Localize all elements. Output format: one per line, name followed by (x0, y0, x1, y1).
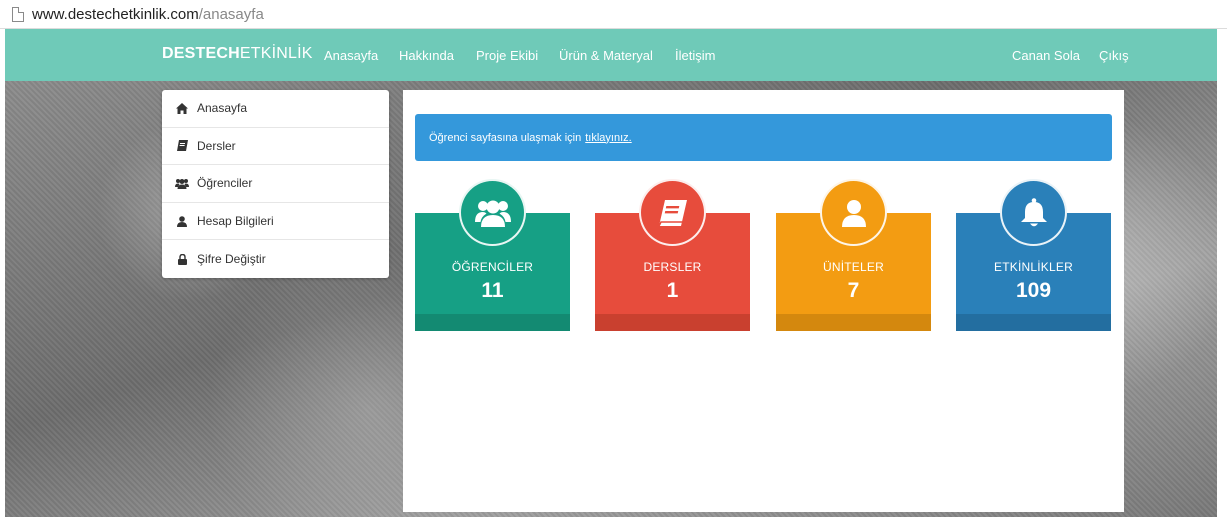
student-page-link[interactable]: tıklayınız. (585, 132, 631, 144)
card-footer (415, 314, 570, 331)
user-name-link[interactable]: Canan Sola (1012, 48, 1080, 63)
page-icon (12, 6, 24, 22)
sidebar-item-label: Şifre Değiştir (197, 252, 266, 267)
sidebar-item-sifre-degistir[interactable]: Şifre Değiştir (162, 240, 389, 278)
card-label: ÜNİTELER (823, 260, 884, 274)
sidebar-item-label: Öğrenciler (197, 176, 253, 191)
card-value: 11 (481, 279, 504, 302)
card-label: ETKİNLİKLER (994, 260, 1073, 274)
nav-link-iletisim[interactable]: İletişim (675, 48, 715, 63)
users-icon (175, 178, 189, 189)
sidebar-item-ogrenciler[interactable]: Öğrenciler (162, 165, 389, 203)
user-icon (820, 179, 887, 246)
sidebar-menu: Anasayfa Dersler Öğrenciler Hesap Bilgil… (162, 90, 389, 278)
url-text[interactable]: www.destechetkinlik.com/anasayfa (32, 6, 264, 23)
sidebar-item-label: Hesap Bilgileri (197, 214, 274, 229)
book-icon (175, 140, 189, 152)
card-value: 7 (847, 279, 860, 302)
browser-address-bar[interactable]: www.destechetkinlik.com/anasayfa (0, 0, 1227, 29)
info-alert: Öğrenci sayfasına ulaşmak için tıklayını… (415, 114, 1112, 161)
card-footer (776, 314, 931, 331)
sidebar-item-label: Dersler (197, 138, 236, 153)
stat-card-dersler[interactable]: DERSLER 1 (595, 179, 750, 331)
users-icon (459, 179, 526, 246)
stat-card-ogrenciler[interactable]: ÖĞRENCİLER 11 (415, 179, 570, 331)
nav-link-hakkinda[interactable]: Hakkında (399, 48, 454, 63)
card-footer (956, 314, 1111, 331)
sidebar-item-anasayfa[interactable]: Anasayfa (162, 90, 389, 128)
stat-card-uniteler[interactable]: ÜNİTELER 7 (776, 179, 931, 331)
user-icon (175, 215, 189, 227)
sidebar-item-label: Anasayfa (197, 101, 248, 116)
brand-logo[interactable]: DESTECHETKİNLİK (162, 45, 313, 63)
bell-icon (1000, 179, 1067, 246)
home-icon (175, 102, 189, 114)
stat-card-etkinlikler[interactable]: ETKİNLİKLER 109 (956, 179, 1111, 331)
nav-link-anasayfa[interactable]: Anasayfa (324, 48, 378, 63)
card-label: DERSLER (643, 260, 702, 274)
logout-link[interactable]: Çıkış (1099, 48, 1129, 63)
card-value: 1 (666, 279, 679, 302)
nav-link-urun-materyal[interactable]: Ürün & Materyal (559, 48, 653, 63)
top-navbar: DESTECHETKİNLİK Anasayfa Hakkında Proje … (5, 29, 1217, 81)
card-label: ÖĞRENCİLER (451, 260, 534, 274)
sidebar-item-hesap-bilgileri[interactable]: Hesap Bilgileri (162, 203, 389, 241)
card-footer (595, 314, 750, 331)
card-value: 109 (1015, 279, 1052, 302)
book-icon (639, 179, 706, 246)
alert-text: Öğrenci sayfasına ulaşmak için (429, 131, 582, 144)
sidebar-item-dersler[interactable]: Dersler (162, 128, 389, 166)
nav-link-proje-ekibi[interactable]: Proje Ekibi (476, 48, 538, 63)
lock-icon (175, 253, 189, 265)
